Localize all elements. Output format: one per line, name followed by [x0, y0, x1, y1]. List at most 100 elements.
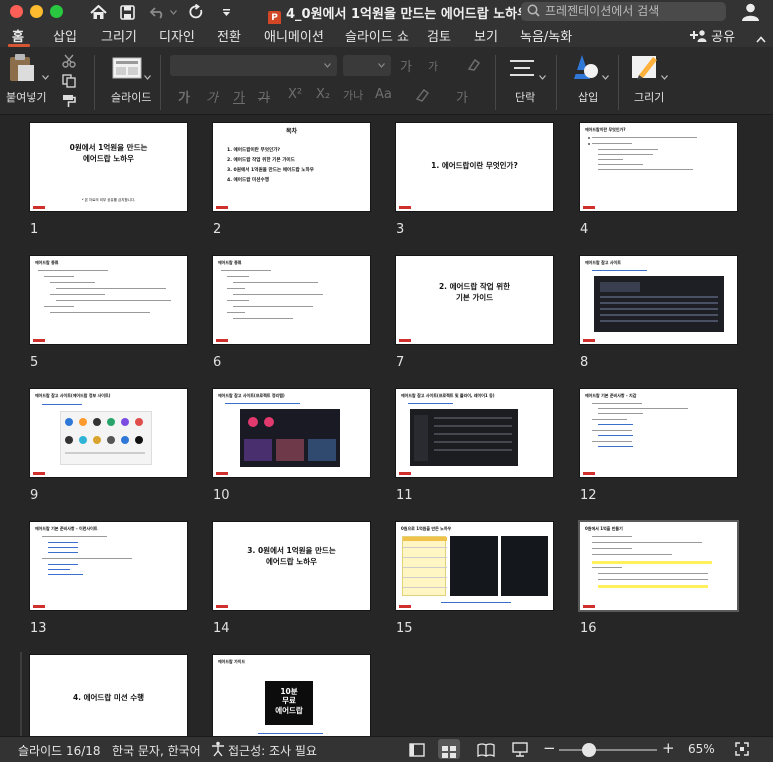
zoom-in-button[interactable]: + [662, 739, 675, 757]
change-case-button[interactable]: Aa [375, 87, 392, 102]
slide-12-header: 에어드랍 기본 준비사항 - 지갑 [585, 393, 637, 398]
slide-thumbnail-3[interactable]: 1. 에어드랍이란 무엇인가? [396, 123, 553, 211]
slide-15-header: 0원으로 1억원을 만든 노하우 [401, 526, 452, 531]
tab-review[interactable]: 검토 [427, 26, 451, 45]
user-account-icon[interactable] [741, 2, 760, 25]
slide-thumbnail-9[interactable]: 에어드랍 참고 사이트(에어드랍 정보 사이트) [30, 389, 187, 477]
cut-icon[interactable] [62, 53, 76, 72]
normal-view-icon[interactable] [409, 742, 425, 761]
underline-button[interactable]: 가 [233, 87, 245, 106]
minimize-window-button[interactable] [30, 5, 43, 18]
zoom-slider-track[interactable] [559, 749, 657, 751]
slide-thumbnail-14[interactable]: 3. 0원에서 1억원을 만드는 에어드랍 노하우 [213, 522, 370, 610]
fit-to-window-icon[interactable] [735, 741, 749, 760]
text-line [598, 579, 708, 580]
link-line [598, 446, 633, 447]
paragraph-label: 단락 [515, 91, 536, 104]
slide-thumbnail-16[interactable]: 0원에서 1억을 만들기 [580, 522, 737, 610]
insert-label: 삽입 [578, 91, 599, 104]
draw-pen-icon[interactable] [631, 53, 659, 85]
search-box[interactable]: 프레젠테이션에서 검색 [521, 2, 726, 21]
slide-thumbnail-18[interactable]: 에어드랍 가이드 10분 무료 에어드랍 [213, 655, 370, 736]
new-slide-dropdown-chevron-icon[interactable] [144, 65, 151, 84]
strikethrough-button[interactable]: 가 [258, 87, 270, 106]
slide-thumbnail-12[interactable]: 에어드랍 기본 준비사항 - 지갑 [580, 389, 737, 477]
superscript-button[interactable]: X² [288, 87, 302, 102]
slide-thumbnail-7[interactable]: 2. 에어드랍 작업 위한 기본 가이드 [396, 256, 553, 344]
format-painter-icon[interactable] [62, 93, 76, 112]
home-icon[interactable] [88, 1, 108, 23]
subscript-button[interactable]: X₂ [316, 87, 330, 102]
undo-dropdown-chevron-icon[interactable] [168, 1, 178, 23]
reading-view-icon[interactable] [477, 742, 495, 761]
tab-design[interactable]: 디자인 [159, 26, 195, 45]
slide-logo [399, 206, 411, 209]
tab-home[interactable]: 홈 [12, 26, 24, 45]
undo-icon[interactable] [147, 1, 167, 23]
slide-thumbnail-5[interactable]: 에어드랍 종류 [30, 256, 187, 344]
font-size-select[interactable] [343, 55, 391, 76]
insert-shapes-icon[interactable] [570, 53, 600, 85]
clear-formatting-icon[interactable] [466, 57, 482, 77]
draw-chevron-icon[interactable] [661, 65, 668, 84]
slide-thumbnail-6[interactable]: 에어드랍 종류 [213, 256, 370, 344]
zoom-window-button[interactable] [50, 5, 63, 18]
slide-thumbnail-17[interactable]: 4. 에어드랍 미션 수행 [30, 655, 187, 736]
text-line [598, 573, 708, 574]
font-color-button[interactable]: 가 [456, 87, 468, 106]
font-family-select[interactable] [170, 55, 337, 76]
save-icon[interactable] [117, 1, 137, 23]
tab-insert[interactable]: 삽입 [53, 26, 77, 45]
slide-thumbnail-2[interactable]: 목차 1. 에어드랍이란 무엇인가? 2. 에어드랍 작업 위한 기본 가이드 … [213, 123, 370, 211]
insert-chevron-icon[interactable] [602, 65, 609, 84]
slide-number: 5 [30, 355, 39, 370]
tab-draw[interactable]: 그리기 [101, 26, 137, 45]
text-line [592, 441, 632, 442]
link-line [48, 552, 78, 553]
share-button[interactable]: 공유 [690, 26, 735, 45]
accessibility-status[interactable]: 접근성: 조사 필요 [228, 742, 317, 759]
ribbon-separator [94, 55, 95, 110]
highlight-icon[interactable] [414, 87, 432, 107]
tab-animations[interactable]: 애니메이션 [264, 26, 324, 45]
italic-button[interactable]: 가 [206, 87, 218, 106]
slide-logo [399, 472, 411, 475]
zoom-slider-thumb[interactable] [582, 743, 597, 757]
paragraph-chevron-icon[interactable] [539, 65, 546, 84]
paragraph-icon[interactable] [510, 59, 534, 81]
paste-icon[interactable] [8, 53, 36, 87]
tab-transitions[interactable]: 전환 [217, 26, 241, 45]
slide-thumbnail-11[interactable]: 에어드랍 참고 사이트(프로젝트 및 플라이, 레이어1 등) [396, 389, 553, 477]
redo-icon[interactable] [186, 1, 206, 23]
close-window-button[interactable] [10, 5, 23, 18]
paste-dropdown-chevron-icon[interactable] [42, 65, 49, 84]
tab-recording[interactable]: 녹음/녹화 [520, 26, 572, 45]
tab-view[interactable]: 보기 [474, 26, 498, 45]
slide-thumbnail-13[interactable]: 에어드랍 기본 준비사항 - 이런사이트 [30, 522, 187, 610]
slideshow-view-icon[interactable] [512, 742, 528, 761]
slide-thumbnail-10[interactable]: 에어드랍 참고 사이트(프로젝트 정리탭) [213, 389, 370, 477]
new-slide-icon[interactable] [112, 57, 142, 83]
website-screenshot [60, 411, 152, 465]
ribbon-separator [618, 55, 619, 110]
increase-font-size-button[interactable]: 가 [400, 56, 412, 75]
slide-thumbnail-1[interactable]: 0원에서 1억원을 만드는 에어드랍 노하우 * 본 자료의 외부 공유를 금지… [30, 123, 187, 211]
accessibility-icon[interactable] [210, 741, 226, 761]
slide-thumbnail-15[interactable]: 0원으로 1억원을 만든 노하우 [396, 522, 553, 610]
slide-sorter-icon [442, 743, 456, 762]
tab-slide-show[interactable]: 슬라이드 쇼 [345, 26, 409, 45]
collapse-ribbon-chevron-icon[interactable] [756, 28, 766, 47]
copy-icon[interactable] [62, 73, 76, 92]
website-screenshot [410, 409, 518, 466]
zoom-out-button[interactable]: − [543, 739, 556, 757]
language-indicator[interactable]: 한국 문자, 한국어 [112, 742, 201, 759]
slide-thumbnail-4[interactable]: 에어드랍이란 무엇인가? [580, 123, 737, 211]
customize-toolbar-icon[interactable] [219, 1, 233, 23]
slide-thumbnail-8[interactable]: 에어드랍 참고 사이트 [580, 256, 737, 344]
decrease-font-size-button[interactable]: 가 [428, 58, 438, 74]
character-spacing-button[interactable]: 가나 [343, 87, 363, 103]
zoom-percent[interactable]: 65% [688, 742, 715, 756]
slide-logo [216, 472, 228, 475]
bold-button[interactable]: 가 [178, 87, 190, 106]
spreadsheet-screenshot [402, 536, 447, 596]
